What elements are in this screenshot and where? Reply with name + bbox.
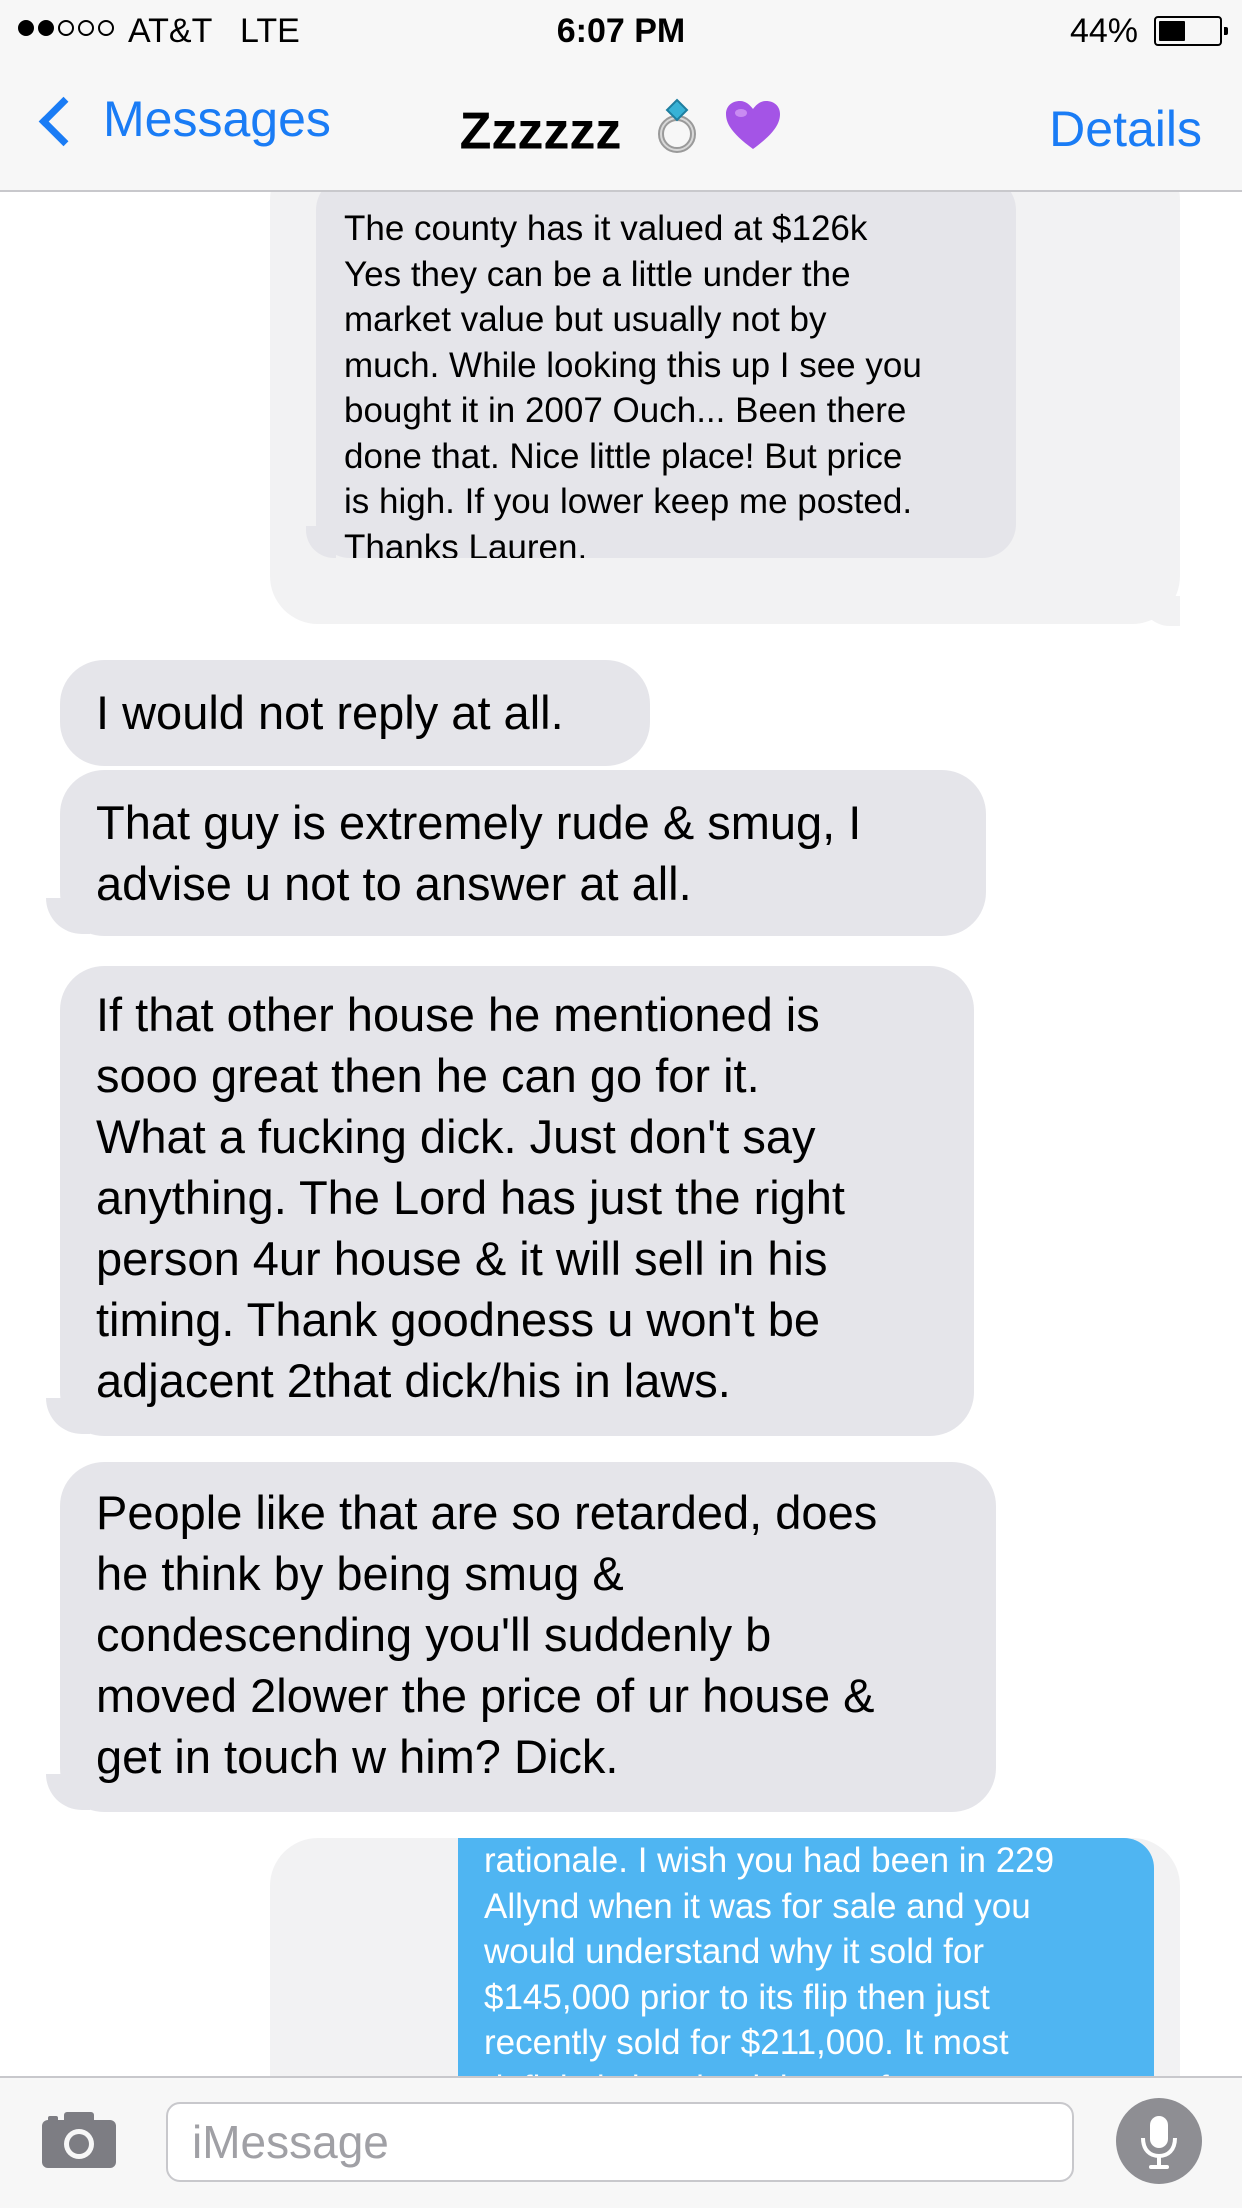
incoming-message[interactable]: If that other house he mentioned is sooo… [60, 966, 974, 1436]
preview-outgoing-text: rationale. I wish you had been in 229 Al… [458, 1838, 1154, 2076]
contact-name: Zzzzzz [459, 102, 622, 161]
battery-percent: 44% [1069, 12, 1138, 50]
status-time: 6:07 PM [556, 12, 686, 50]
battery-fill [1159, 21, 1185, 41]
battery-tip [1224, 27, 1228, 35]
camera-icon[interactable] [40, 2108, 118, 2175]
incoming-message[interactable]: I would not reply at all. [60, 660, 650, 766]
status-bar: AT&T LTE 6:07 PM 44% [0, 0, 1242, 62]
microphone-button[interactable] [1116, 2098, 1202, 2184]
purple-heart-icon [724, 99, 782, 164]
ring-icon [652, 96, 702, 167]
nav-bar: Messages Zzzzzz Details [0, 62, 1242, 192]
details-button[interactable]: Details [1049, 100, 1202, 158]
battery-icon [1154, 16, 1228, 46]
message-input[interactable] [166, 2102, 1074, 2182]
incoming-message[interactable]: People like that are so retarded, does h… [60, 1462, 996, 1812]
input-bar [0, 2076, 1242, 2208]
microphone-icon [1141, 2116, 1177, 2169]
bubble-tail [1140, 596, 1180, 626]
preview-message-text: The county has it valued at $126k Yes th… [316, 192, 1016, 558]
incoming-message[interactable]: That guy is extremely rude & smug, I adv… [60, 770, 986, 936]
conversation-view[interactable]: The county has it valued at $126k Yes th… [0, 192, 1242, 2076]
